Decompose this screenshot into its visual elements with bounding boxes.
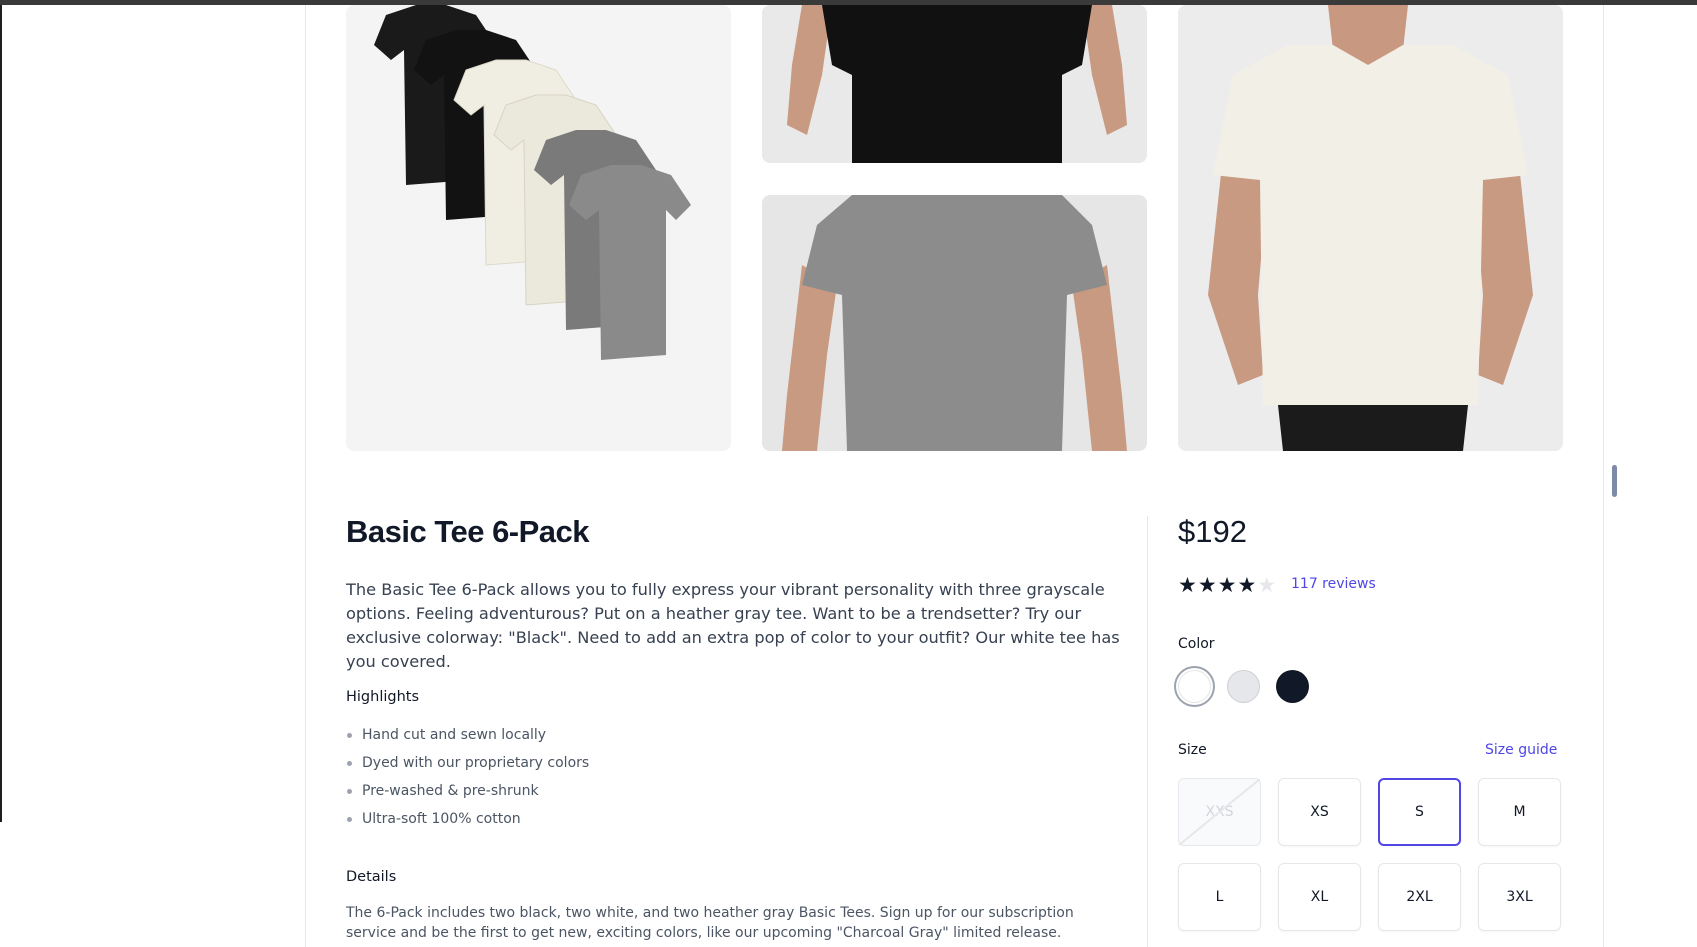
color-swatch-option[interactable] <box>1176 668 1213 705</box>
size-option-label: 3XL <box>1506 889 1533 905</box>
color-swatches <box>1176 668 1311 705</box>
gallery-image-black-tee[interactable] <box>762 5 1147 163</box>
window-left-edge <box>0 5 2 822</box>
size-option-xs[interactable]: XS <box>1278 778 1361 846</box>
size-option-xxs: XXS <box>1178 778 1261 846</box>
color-swatch-option[interactable] <box>1274 668 1311 705</box>
column-divider <box>1147 516 1148 947</box>
size-options: XXS XS S M L XL 2XL 3XL <box>1178 778 1563 931</box>
size-option-m[interactable]: M <box>1478 778 1561 846</box>
reviews-link[interactable]: 117 reviews <box>1291 576 1376 592</box>
product-description: The Basic Tee 6-Pack allows you to fully… <box>346 580 1120 671</box>
highlight-item: Pre-washed & pre-shrunk <box>346 777 589 805</box>
product-price: $192 <box>1178 514 1247 549</box>
rating-stars: ★ ★ ★ ★ ★ <box>1178 574 1276 596</box>
highlights-heading: Highlights <box>346 689 420 705</box>
size-option-label: 2XL <box>1406 889 1433 905</box>
gallery-image-stacked-tees[interactable] <box>346 5 731 451</box>
stacked-tees-image <box>374 5 691 360</box>
highlight-item: Dyed with our proprietary colors <box>346 749 589 777</box>
size-label: Size <box>1178 742 1207 758</box>
size-option-label: S <box>1415 804 1424 820</box>
size-option-3xl[interactable]: 3XL <box>1478 863 1561 931</box>
size-option-2xl[interactable]: 2XL <box>1378 863 1461 931</box>
color-swatch <box>1178 670 1211 703</box>
size-option-l[interactable]: L <box>1178 863 1261 931</box>
black-tee-model-image <box>787 5 1127 163</box>
highlight-item: Ultra-soft 100% cotton <box>346 805 589 833</box>
gray-tee-model-image <box>782 195 1127 451</box>
scrollbar-thumb[interactable] <box>1612 465 1617 497</box>
color-swatch <box>1276 670 1309 703</box>
details-text: The 6-Pack includes two black, two white… <box>346 905 1074 941</box>
size-option-label: M <box>1513 804 1526 820</box>
size-option-s[interactable]: S <box>1378 778 1461 846</box>
size-option-label: XL <box>1310 889 1329 905</box>
unavailable-strike-icon <box>1179 779 1260 845</box>
size-option-label: L <box>1215 889 1224 905</box>
star-icon: ★ <box>1178 573 1197 597</box>
highlight-item: Hand cut and sewn locally <box>346 721 589 749</box>
star-icon: ★ <box>1197 573 1217 597</box>
color-label: Color <box>1178 636 1215 652</box>
white-tee-model-image <box>1208 5 1533 451</box>
star-icon: ★ <box>1237 573 1257 597</box>
content-border-right <box>1603 5 1604 947</box>
size-guide-link[interactable]: Size guide <box>1485 742 1557 758</box>
product-title: Basic Tee 6-Pack <box>346 514 590 549</box>
star-icon: ★ <box>1257 573 1277 597</box>
details-heading: Details <box>346 869 397 885</box>
color-swatch-option[interactable] <box>1225 668 1262 705</box>
size-option-xl[interactable]: XL <box>1278 863 1361 931</box>
gallery-image-white-tee[interactable] <box>1178 5 1563 451</box>
star-icon: ★ <box>1217 573 1237 597</box>
highlights-list: Hand cut and sewn locally Dyed with our … <box>346 721 589 833</box>
size-option-label: XS <box>1310 804 1329 820</box>
color-swatch <box>1227 670 1260 703</box>
gallery-image-gray-tee[interactable] <box>762 195 1147 451</box>
content-border-left <box>305 5 306 947</box>
